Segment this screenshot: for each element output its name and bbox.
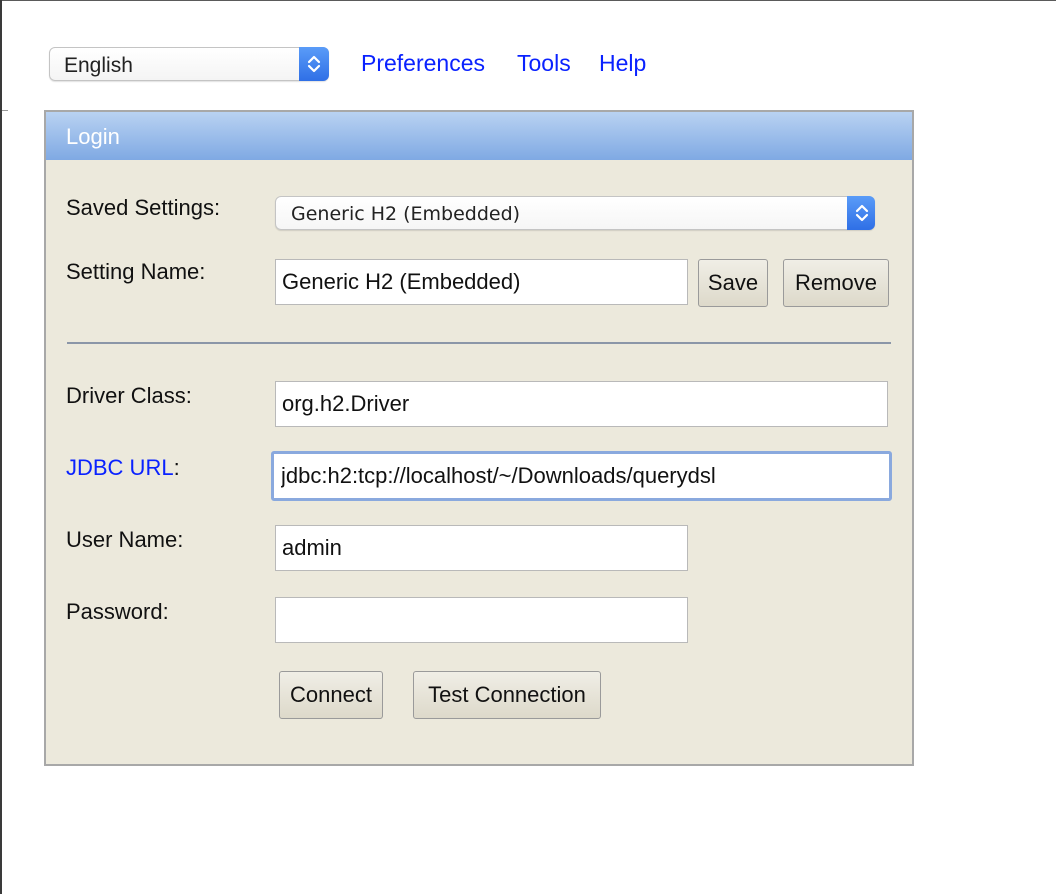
setting-name-input[interactable]: [275, 259, 688, 305]
preferences-link[interactable]: Preferences: [361, 50, 485, 77]
chevron-up-down-icon[interactable]: [847, 196, 875, 230]
password-input[interactable]: [275, 597, 688, 643]
page: English Preferences Tools Help Login Sav…: [0, 0, 1056, 894]
tools-link[interactable]: Tools: [517, 50, 571, 77]
driver-class-input[interactable]: [275, 381, 888, 427]
help-link[interactable]: Help: [599, 50, 646, 77]
saved-settings-value: Generic H2 (Embedded): [291, 203, 521, 225]
connect-button[interactable]: Connect: [279, 671, 383, 719]
remove-button[interactable]: Remove: [783, 259, 889, 307]
saved-settings-select[interactable]: Generic H2 (Embedded): [275, 196, 875, 230]
save-button[interactable]: Save: [698, 259, 768, 307]
jdbc-url-label: JDBC URL:: [66, 455, 180, 481]
section-divider: [67, 342, 891, 344]
language-select-value: English: [64, 54, 133, 77]
jdbc-url-label-suffix: :: [173, 455, 180, 480]
password-label: Password:: [66, 599, 169, 624]
test-connection-button[interactable]: Test Connection: [413, 671, 601, 719]
jdbc-url-input[interactable]: [271, 451, 892, 501]
user-name-label: User Name:: [66, 527, 184, 552]
saved-settings-label: Saved Settings:: [66, 195, 221, 220]
window-left-edge: [0, 0, 2, 894]
jdbc-url-help-link[interactable]: JDBC URL: [66, 455, 174, 480]
login-panel-header: Login: [46, 112, 912, 160]
language-select[interactable]: English: [49, 47, 329, 81]
chevron-up-down-icon[interactable]: [299, 47, 329, 81]
user-name-input[interactable]: [275, 525, 688, 571]
setting-name-label: Setting Name:: [66, 259, 206, 284]
driver-class-label: Driver Class:: [66, 383, 192, 408]
login-panel-title: Login: [66, 124, 120, 149]
window-top-edge: [0, 0, 1056, 1]
window-edge-tick: [2, 110, 8, 111]
login-panel: Login Saved Settings: Generic H2 (Embedd…: [44, 110, 914, 766]
